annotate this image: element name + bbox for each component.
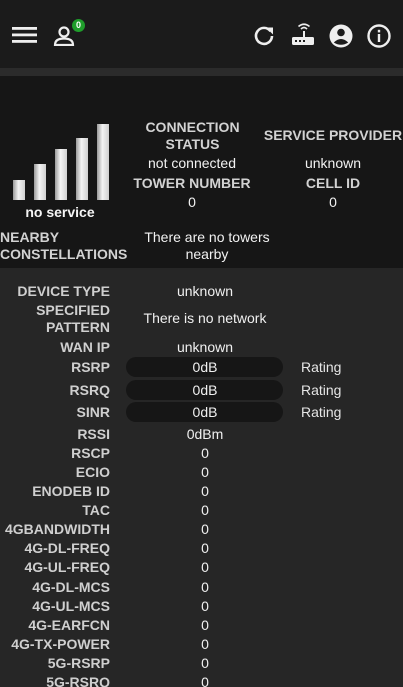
detail-value: 0 — [201, 655, 209, 671]
detail-row-4gbandwidth: 4GBANDWIDTH 0 — [0, 520, 403, 539]
detail-label: DEVICE TYPE — [17, 283, 110, 299]
detail-label: 4G-TX-POWER — [11, 636, 110, 652]
header-divider — [0, 68, 403, 76]
detail-row-4g-ul-freq: 4G-UL-FREQ 0 — [0, 558, 403, 577]
detail-label: TAC — [82, 502, 110, 518]
detail-label: RSRQ — [69, 382, 110, 398]
detail-value: 0 — [201, 674, 209, 687]
signal-strength-icon — [13, 124, 109, 200]
signal-bar — [76, 138, 88, 200]
detail-value: 0 — [201, 502, 209, 518]
detail-row-4g-dl-freq: 4G-DL-FREQ 0 — [0, 539, 403, 558]
cell-id-label: CELL ID — [305, 175, 361, 191]
detail-label: 5G-RSRQ — [46, 674, 110, 687]
detail-label: 4G-UL-MCS — [32, 598, 110, 614]
refresh-icon[interactable] — [253, 25, 275, 47]
detail-value: 0 — [201, 540, 209, 556]
detail-value: 0dB — [192, 404, 218, 420]
detail-label: 4G-EARFCN — [28, 617, 110, 633]
detail-row-device-type: DEVICE TYPE unknown — [0, 282, 403, 301]
detail-value: 0 — [201, 636, 209, 652]
detail-value: 0 — [201, 617, 209, 633]
detail-label: SPECIFIED PATTERN — [36, 302, 110, 335]
detail-label: SINR — [76, 404, 110, 420]
detail-row-ecio: ECIO 0 — [0, 463, 403, 482]
rating-label: Rating — [301, 359, 342, 375]
rating-label: Rating — [301, 382, 342, 398]
signal-status-label: no service — [25, 204, 95, 220]
detail-value: unknown — [176, 283, 234, 299]
connection-status-value: not connected — [148, 155, 236, 171]
service-provider-value: unknown — [304, 155, 362, 171]
detail-value: 0dB — [192, 382, 218, 398]
detail-row-sinr: SINR 0dB Rating — [0, 402, 403, 422]
detail-value: 0 — [201, 521, 209, 537]
detail-value: 0 — [201, 559, 209, 575]
detail-row-tac: TAC 0 — [0, 501, 403, 520]
detail-label: 4G-DL-MCS — [32, 579, 110, 595]
tower-number-label: TOWER NUMBER — [133, 175, 251, 191]
detail-value: 0dBm — [186, 426, 224, 442]
nearby-constellations-label: NEARBY CONSTELLATIONS — [0, 229, 128, 262]
detail-label: 4G-UL-FREQ — [24, 559, 110, 575]
detail-row-rsrq: RSRQ 0dB Rating — [0, 380, 403, 400]
detail-value: 0 — [201, 598, 209, 614]
detail-row-4g-tx-power: 4G-TX-POWER 0 — [0, 635, 403, 654]
service-provider-label: SERVICE PROVIDER — [263, 127, 403, 143]
user-count-badge: 0 — [72, 19, 85, 32]
detail-row-4g-ul-mcs: 4G-UL-MCS 0 — [0, 597, 403, 616]
detail-label: RSRP — [71, 359, 110, 375]
detail-value: 0 — [201, 464, 209, 480]
detail-label: RSSI — [77, 426, 110, 442]
detail-row-5g-rsrq: 5G-RSRQ 0 — [0, 673, 403, 687]
signal-bar — [34, 164, 46, 200]
detail-row-4g-dl-mcs: 4G-DL-MCS 0 — [0, 578, 403, 597]
detail-label: ECIO — [75, 464, 110, 480]
detail-label: WAN IP — [60, 339, 110, 355]
top-app-bar: 0 — [0, 0, 403, 68]
cell-id-value: 0 — [329, 194, 337, 210]
detail-row-rsrp: RSRP 0dB Rating — [0, 357, 403, 377]
detail-label: 5G-RSRP — [47, 655, 110, 671]
detail-row-5g-rsrp: 5G-RSRP 0 — [0, 654, 403, 673]
detail-row-wan-ip: WAN IP unknown — [0, 338, 403, 357]
detail-row-specified-pattern: SPECIFIED PATTERN There is no network — [0, 302, 403, 336]
nearby-constellations-value: There are no towers nearby — [144, 229, 270, 262]
detail-value: 0 — [201, 579, 209, 595]
signal-bar — [13, 180, 25, 200]
signal-bar — [97, 124, 109, 200]
detail-label: 4GBANDWIDTH — [5, 521, 110, 537]
info-icon[interactable] — [367, 24, 391, 48]
detail-value: 0 — [201, 445, 209, 461]
detail-row-rscp: RSCP 0 — [0, 444, 403, 463]
detail-label: 4G-DL-FREQ — [24, 540, 110, 556]
detail-row-rssi: RSSI 0dBm — [0, 425, 403, 444]
detail-value: 0dB — [192, 359, 218, 375]
detail-value: There is no network — [143, 310, 267, 326]
detail-value: unknown — [176, 339, 234, 355]
menu-icon[interactable] — [12, 25, 37, 45]
connection-status-label: CONNECTION STATUS — [145, 119, 240, 152]
detail-row-enodeb-id: ENODEB ID 0 — [0, 482, 403, 501]
tower-number-value: 0 — [188, 194, 196, 210]
detail-value: 0 — [201, 483, 209, 499]
router-icon[interactable] — [290, 23, 316, 47]
account-icon[interactable] — [329, 24, 353, 48]
detail-label: RSCP — [71, 445, 110, 461]
detail-row-4g-earfcn: 4G-EARFCN 0 — [0, 616, 403, 635]
detail-label: ENODEB ID — [32, 483, 110, 499]
signal-bar — [55, 149, 67, 200]
rating-label: Rating — [301, 404, 342, 420]
